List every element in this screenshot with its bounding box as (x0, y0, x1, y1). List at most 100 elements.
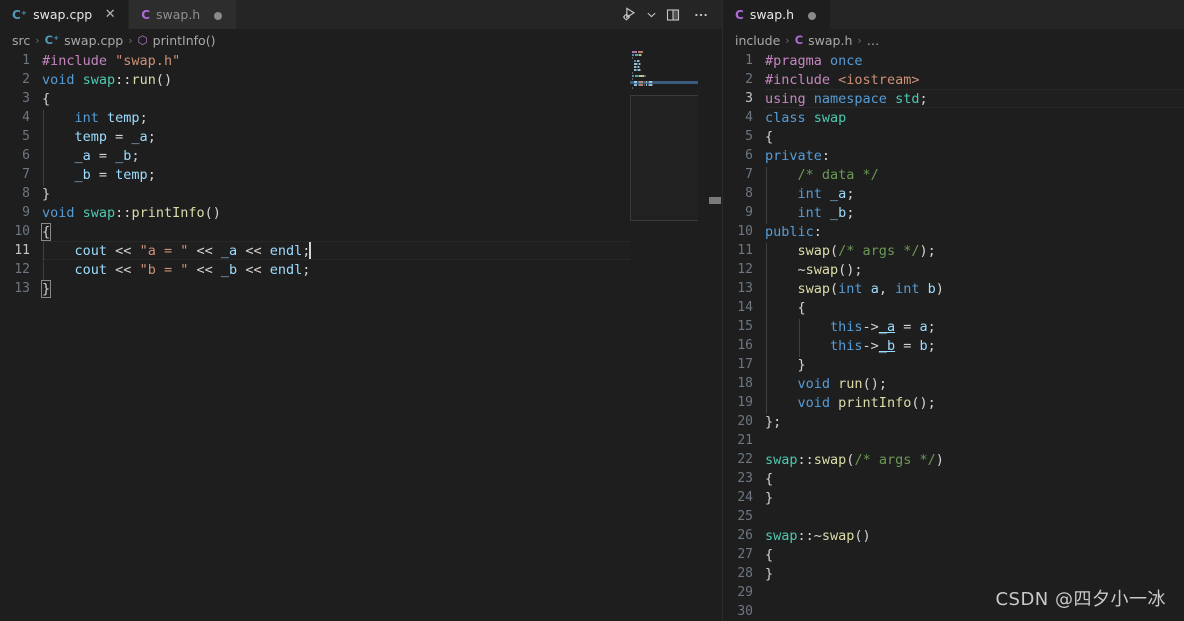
code-line[interactable]: 19 void printInfo(); (723, 393, 1184, 414)
code-line[interactable]: 9 void swap::printInfo() (0, 203, 722, 222)
line-content[interactable]: #include "swap.h" (42, 53, 722, 69)
code-line[interactable]: 27 { (723, 545, 1184, 564)
editor-left[interactable]: 1 #include "swap.h" 2 void swap::run() 3{4 i… (0, 51, 722, 621)
code-line[interactable]: 25 (723, 507, 1184, 526)
run-options-chevron-down-icon[interactable] (644, 3, 658, 27)
line-content[interactable]: } (765, 356, 1184, 376)
vertical-scrollbar-left[interactable] (708, 51, 722, 621)
close-icon[interactable]: ✕ (102, 7, 118, 23)
breadcrumb-item-printInfo[interactable]: ⬡ printInfo() (138, 33, 216, 48)
minimap-left[interactable] (630, 51, 698, 621)
line-content[interactable]: { (765, 299, 1184, 319)
code-line[interactable]: 12 cout << "b = " << _b << endl; (0, 260, 722, 281)
line-content[interactable]: #pragma once (765, 53, 1184, 69)
code-line[interactable]: 17 } (723, 355, 1184, 376)
code-line[interactable]: 26 swap::~swap() (723, 526, 1184, 545)
code-line[interactable]: 10 { (0, 222, 722, 241)
code-line[interactable]: 29 (723, 583, 1184, 602)
code-line[interactable]: 8 int _a; (723, 184, 1184, 205)
code-line[interactable]: 23 { (723, 469, 1184, 488)
code-line[interactable]: 28} (723, 564, 1184, 583)
line-content[interactable]: { (765, 471, 1184, 487)
line-content[interactable]: class swap (765, 110, 1184, 126)
code-line[interactable]: 13} (0, 279, 722, 298)
line-content[interactable]: this->_b = b; (765, 337, 1184, 357)
line-content[interactable]: }; (765, 414, 1184, 430)
line-content[interactable]: public: (765, 224, 1184, 240)
breadcrumb-item-swapcpp[interactable]: C⁺ swap.cpp (45, 33, 124, 48)
code-line[interactable]: 12 ~swap(); (723, 260, 1184, 281)
line-content[interactable]: void swap::run() (42, 72, 722, 88)
unsaved-dot-icon[interactable] (804, 7, 820, 23)
code-line[interactable]: 3 using namespace std; (723, 89, 1184, 108)
code-line[interactable]: 15 this->_a = a; (723, 317, 1184, 338)
line-content[interactable]: { (765, 547, 1184, 563)
line-content[interactable]: int _a; (765, 185, 1184, 205)
line-content[interactable]: void run(); (765, 375, 1184, 395)
scrollbar-thumb[interactable] (709, 197, 721, 204)
tab-swap-h[interactable]: Cswap.h (129, 0, 238, 29)
line-content[interactable]: using namespace std; (765, 91, 1184, 107)
code-line[interactable]: 4 class swap (723, 108, 1184, 127)
code-line[interactable]: 13 swap(int a, int b) (723, 279, 1184, 300)
code-line[interactable]: 1 #include "swap.h" (0, 51, 722, 70)
code-line[interactable]: 6 private: (723, 146, 1184, 165)
code-line[interactable]: 3{ (0, 89, 722, 108)
code-line[interactable]: 7 _b = temp; (0, 165, 722, 186)
line-content[interactable]: ~swap(); (765, 261, 1184, 281)
breadcrumb-item-include[interactable]: include (735, 33, 780, 48)
code-content-left[interactable]: 1 #include "swap.h" 2 void swap::run() 3{4 i… (0, 51, 722, 621)
code-line[interactable]: 2 #include <iostream> (723, 70, 1184, 89)
code-line[interactable]: 5{ (723, 127, 1184, 146)
run-c-cpp-file-button[interactable] (616, 3, 642, 27)
line-content[interactable]: cout << "b = " << _b << endl; (42, 261, 722, 281)
code-line[interactable]: 1 #pragma once (723, 51, 1184, 70)
tab-swap-h[interactable]: Cswap.h (723, 0, 832, 29)
line-content[interactable]: #include <iostream> (765, 72, 1184, 88)
breadcrumb-right[interactable]: include › Cswap.h ›… (723, 29, 1184, 51)
code-line[interactable]: 16 this->_b = b; (723, 336, 1184, 357)
line-content[interactable]: { (40, 222, 722, 241)
line-content[interactable]: int _b; (765, 204, 1184, 224)
code-line[interactable]: 10 public: (723, 222, 1184, 241)
line-content[interactable]: } (40, 279, 722, 298)
line-content[interactable]: void printInfo(); (765, 394, 1184, 414)
breadcrumb-item-[interactable]: … (867, 33, 880, 48)
line-content[interactable]: } (765, 566, 1184, 582)
code-line[interactable]: 11 swap(/* args */); (723, 241, 1184, 262)
editor-right[interactable]: 1 #pragma once 2 #include <iostream> 3 using … (723, 51, 1184, 621)
code-content-right[interactable]: 1 #pragma once 2 #include <iostream> 3 using … (723, 51, 1184, 621)
more-actions-button[interactable] (688, 3, 714, 27)
code-line[interactable]: 14 { (723, 298, 1184, 319)
code-line[interactable]: 2 void swap::run() (0, 70, 722, 89)
code-line[interactable]: 18 void run(); (723, 374, 1184, 395)
code-line[interactable]: 20}; (723, 412, 1184, 431)
unsaved-dot-icon[interactable] (210, 7, 226, 23)
line-content[interactable]: _b = temp; (42, 166, 722, 186)
line-content[interactable]: { (42, 91, 722, 107)
code-line[interactable]: 9 int _b; (723, 203, 1184, 224)
code-line[interactable]: 11 cout << "a = " << _a << endl; (0, 241, 722, 261)
code-line[interactable]: 7 /* data */ (723, 165, 1184, 186)
line-content[interactable]: swap::~swap() (765, 528, 1184, 544)
line-content[interactable]: this->_a = a; (765, 318, 1184, 338)
line-content[interactable]: swap(/* args */); (765, 242, 1184, 262)
line-content[interactable]: swap::swap(/* args */) (765, 452, 1184, 468)
tab-swap-cpp[interactable]: C⁺ swap.cpp ✕ (0, 0, 130, 29)
code-line[interactable]: 8} (0, 184, 722, 203)
line-content[interactable]: private: (765, 148, 1184, 164)
code-line[interactable]: 4 int temp; (0, 108, 722, 129)
breadcrumb-item-src[interactable]: src (12, 33, 30, 48)
line-content[interactable]: void swap::printInfo() (42, 205, 722, 221)
code-line[interactable]: 5 temp = _a; (0, 127, 722, 148)
code-line[interactable]: 24} (723, 488, 1184, 507)
code-line[interactable]: 21 (723, 431, 1184, 450)
code-line[interactable]: 30 (723, 602, 1184, 621)
code-line[interactable]: 22 swap::swap(/* args */) (723, 450, 1184, 469)
line-content[interactable]: } (42, 186, 722, 202)
split-editor-right-button[interactable] (660, 3, 686, 27)
line-content[interactable]: temp = _a; (42, 128, 722, 148)
line-content[interactable]: _a = _b; (42, 147, 722, 167)
code-line[interactable]: 6 _a = _b; (0, 146, 722, 167)
line-content[interactable]: swap(int a, int b) (765, 280, 1184, 300)
